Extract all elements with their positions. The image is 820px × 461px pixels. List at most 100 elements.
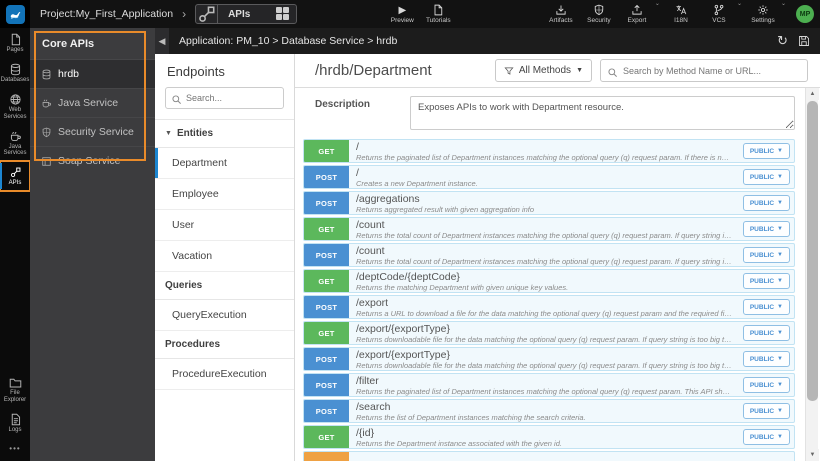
- endpoint-description: Returns the matching Department with giv…: [356, 283, 569, 292]
- sidebar-item[interactable]: Databases: [0, 58, 30, 88]
- visibility-dropdown[interactable]: PUBLIC ▼: [742, 247, 790, 263]
- breadcrumb-bar: ◀ Application: PM_10 > Database Service …: [155, 28, 820, 54]
- topbar-right-actions: Artifacts ⌄ Security ⌄ Export: [544, 0, 820, 28]
- core-api-item-icon: [40, 126, 52, 138]
- module-selector[interactable]: APIs: [195, 4, 298, 24]
- visibility-dropdown[interactable]: PUBLIC ▼: [742, 377, 790, 393]
- endpoint-description: Creates a new Department instance.: [356, 179, 478, 188]
- app-logo[interactable]: [0, 0, 30, 28]
- user-avatar[interactable]: MP: [796, 5, 814, 23]
- endpoints-search-input[interactable]: [165, 87, 284, 109]
- topbar-action-button[interactable]: Security: [582, 0, 616, 28]
- http-method-badge: POST: [304, 192, 349, 214]
- caret-down-icon: ▼: [777, 434, 783, 440]
- endpoint-nav-item[interactable]: Vacation: [155, 241, 294, 272]
- endpoints-section-header[interactable]: ▼ Entities: [155, 119, 294, 148]
- endpoint-nav-item[interactable]: User: [155, 210, 294, 241]
- api-endpoint-row[interactable]: POST /count Returns the total count of D…: [303, 243, 795, 267]
- visibility-dropdown[interactable]: PUBLIC ▼: [742, 169, 790, 185]
- chevron-right-icon: ›: [182, 7, 187, 21]
- http-method-badge: POST: [304, 296, 349, 318]
- api-endpoint-row[interactable]: GET /deptCode/{deptCode} Returns the mat…: [303, 269, 795, 293]
- sidebar-item[interactable]: Java Services: [0, 125, 30, 162]
- preview-button[interactable]: ▶ Preview: [385, 0, 419, 28]
- collapse-panel-button[interactable]: ◀: [155, 28, 169, 54]
- left-sidebar: Pages Databases Web Services Java Servic…: [0, 28, 31, 461]
- endpoint-nav-item[interactable]: Employee: [155, 179, 294, 210]
- description-textarea[interactable]: Exposes APIs to work with Department res…: [410, 96, 795, 130]
- api-endpoint-row[interactable]: GET / Returns the paginated list of Depa…: [303, 139, 795, 163]
- endpoints-section-header[interactable]: Queries: [155, 271, 294, 300]
- api-endpoint-row[interactable]: PUT ▼: [303, 451, 795, 461]
- visibility-dropdown[interactable]: PUBLIC ▼: [742, 429, 790, 445]
- scrollbar-thumb[interactable]: [807, 101, 818, 401]
- api-endpoint-row[interactable]: POST /aggregations Returns aggregated re…: [303, 191, 795, 215]
- caret-down-icon: ▼: [777, 226, 783, 232]
- caret-down-icon: ▼: [165, 130, 172, 137]
- scrollbar[interactable]: ▲ ▼: [805, 88, 819, 461]
- methods-filter-dropdown[interactable]: All Methods ▼: [494, 59, 592, 82]
- visibility-dropdown[interactable]: PUBLIC ▼: [742, 351, 790, 367]
- api-endpoint-row[interactable]: GET /{id} Returns the Department instanc…: [303, 425, 795, 449]
- core-api-item[interactable]: Soap Service: [30, 146, 155, 175]
- visibility-dropdown[interactable]: PUBLIC ▼: [742, 403, 790, 419]
- main-header: /hrdb/Department All Methods ▼: [295, 54, 820, 88]
- visibility-dropdown[interactable]: PUBLIC ▼: [742, 221, 790, 237]
- api-endpoint-row[interactable]: GET /count Returns the total count of De…: [303, 217, 795, 241]
- caret-down-icon: ▼: [777, 148, 783, 154]
- save-button[interactable]: [798, 35, 810, 47]
- sidebar-item-icon: [9, 413, 22, 426]
- visibility-dropdown[interactable]: PUBLIC ▼: [742, 273, 790, 289]
- sidebar-item[interactable]: File Explorer: [0, 371, 30, 408]
- breadcrumb: Application: PM_10 > Database Service > …: [179, 35, 398, 47]
- http-method-badge: PUT: [304, 452, 349, 461]
- sidebar-item[interactable]: Logs: [0, 408, 30, 438]
- core-api-item[interactable]: hrdb: [30, 59, 155, 88]
- main-body: Description Exposes APIs to work with De…: [295, 88, 820, 461]
- http-method-badge: POST: [304, 374, 349, 396]
- caret-down-icon: ▼: [777, 200, 783, 206]
- topbar-action-button[interactable]: VCS: [702, 0, 736, 28]
- sidebar-item[interactable]: Pages: [0, 28, 30, 58]
- core-api-item[interactable]: Java Service: [30, 88, 155, 117]
- endpoint-nav-item[interactable]: ProcedureExecution: [155, 359, 294, 390]
- sidebar-item[interactable]: Web Services: [0, 88, 30, 125]
- tutorials-button[interactable]: Tutorials: [421, 0, 455, 28]
- http-method-badge: POST: [304, 400, 349, 422]
- endpoint-path: /search: [356, 401, 391, 413]
- endpoints-section-header[interactable]: Procedures: [155, 330, 294, 359]
- endpoint-nav-item[interactable]: Department: [155, 148, 294, 179]
- api-endpoint-row[interactable]: POST / Creates a new Department instance…: [303, 165, 795, 189]
- scroll-down-arrow[interactable]: ▼: [806, 449, 819, 461]
- api-endpoint-row[interactable]: POST /search Returns the list of Departm…: [303, 399, 795, 423]
- endpoints-title: Endpoints: [167, 64, 225, 79]
- funnel-icon: [504, 66, 514, 76]
- sidebar-item[interactable]: APIs: [0, 160, 31, 193]
- method-search-input[interactable]: [600, 59, 808, 82]
- api-endpoint-row[interactable]: POST /export/{exportType} Returns downlo…: [303, 347, 795, 371]
- visibility-dropdown[interactable]: PUBLIC ▼: [742, 299, 790, 315]
- core-api-item[interactable]: Security Service: [30, 117, 155, 146]
- caret-down-icon: ▼: [777, 330, 783, 336]
- topbar-action-icon: [757, 4, 769, 16]
- refresh-button[interactable]: ↻: [777, 33, 788, 49]
- api-endpoint-row[interactable]: GET /export/{exportType} Returns downloa…: [303, 321, 795, 345]
- topbar-action-button[interactable]: I18N: [664, 0, 698, 28]
- visibility-dropdown[interactable]: PUBLIC ▼: [742, 325, 790, 341]
- api-endpoint-row[interactable]: POST /export Returns a URL to download a…: [303, 295, 795, 319]
- visibility-dropdown[interactable]: PUBLIC ▼: [742, 195, 790, 211]
- topbar-action-icon: [555, 4, 567, 16]
- sidebar-item-icon: [9, 93, 22, 106]
- grid-menu-icon[interactable]: [276, 7, 290, 21]
- api-endpoint-row[interactable]: POST /filter Returns the paginated list …: [303, 373, 795, 397]
- caret-down-icon: ▼: [576, 67, 583, 74]
- visibility-dropdown[interactable]: PUBLIC ▼: [742, 143, 790, 159]
- topbar-action-button[interactable]: Artifacts: [544, 0, 578, 28]
- endpoint-nav-item[interactable]: QueryExecution: [155, 300, 294, 331]
- scroll-up-arrow[interactable]: ▲: [806, 88, 819, 100]
- app-window: Project:My_First_Application › APIs ▶ Pr…: [0, 0, 820, 461]
- sidebar-more-button[interactable]: •••: [0, 438, 30, 461]
- topbar-action-button[interactable]: Export: [620, 0, 654, 28]
- topbar-action-button[interactable]: Settings: [746, 0, 780, 28]
- project-name[interactable]: Project:My_First_Application: [40, 8, 173, 20]
